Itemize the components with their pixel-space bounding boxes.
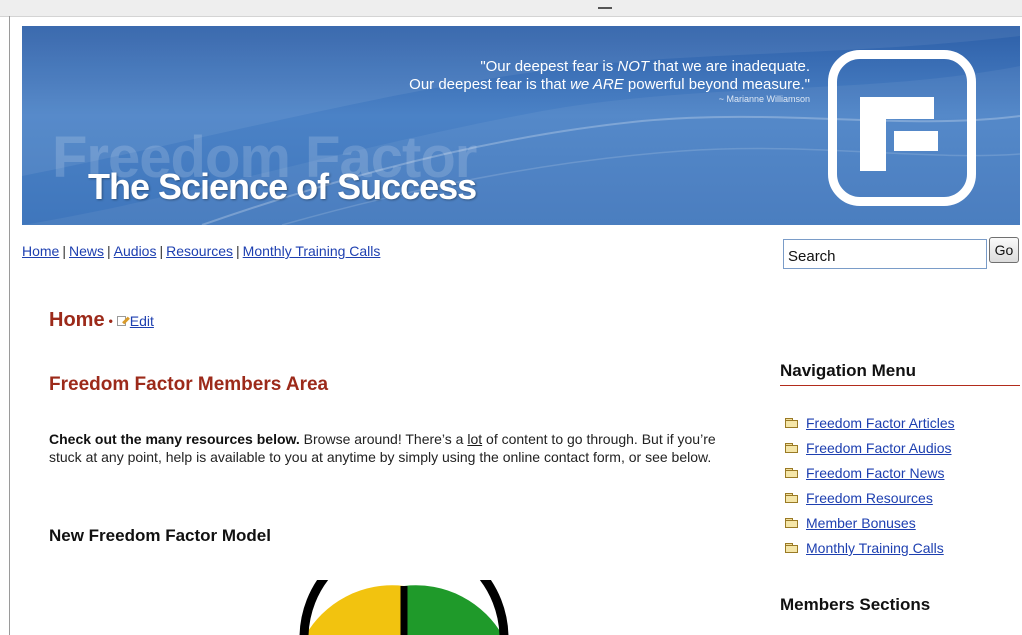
browser-top-strip bbox=[0, 0, 1022, 17]
folder-icon bbox=[785, 493, 798, 503]
nav-separator: | bbox=[62, 243, 66, 259]
search-input[interactable] bbox=[783, 239, 987, 269]
freedom-factor-model-graphic bbox=[299, 580, 509, 635]
folder-icon bbox=[785, 543, 798, 553]
nav-menu-item[interactable]: Member Bonuses bbox=[785, 513, 955, 538]
nav-menu-link[interactable]: Monthly Training Calls bbox=[806, 540, 944, 556]
folder-icon bbox=[785, 518, 798, 528]
members-area-heading: Freedom Factor Members Area bbox=[49, 374, 329, 395]
folder-icon bbox=[785, 443, 798, 453]
nav-menu-link[interactable]: Freedom Factor Articles bbox=[806, 415, 955, 431]
edit-icon[interactable] bbox=[116, 315, 130, 327]
nav-link-resources[interactable]: Resources bbox=[166, 243, 233, 259]
model-heading: New Freedom Factor Model bbox=[49, 526, 271, 545]
quote-line-1: "Our deepest fear is NOT that we are ina… bbox=[480, 58, 810, 75]
page-title: Home bbox=[49, 309, 105, 331]
nav-menu-item[interactable]: Freedom Resources bbox=[785, 488, 955, 513]
navigation-menu-heading: Navigation Menu bbox=[780, 361, 917, 380]
freedom-factor-logo-icon bbox=[828, 50, 976, 206]
nav-menu-link[interactable]: Freedom Factor Audios bbox=[806, 440, 952, 456]
nav-menu-item[interactable]: Monthly Training Calls bbox=[785, 538, 955, 563]
nav-menu-item[interactable]: Freedom Factor News bbox=[785, 463, 955, 488]
nav-menu-link[interactable]: Freedom Factor News bbox=[806, 465, 944, 481]
nav-menu-item[interactable]: Freedom Factor Articles bbox=[785, 413, 955, 438]
page-title-row: Home • Edit bbox=[49, 309, 154, 332]
intro-paragraph: Check out the many resources below. Brow… bbox=[49, 431, 716, 465]
quote-author: ~ Marianne Williamson bbox=[718, 94, 810, 104]
nav-menu-item[interactable]: Freedom Factor Audios bbox=[785, 438, 955, 463]
search-go-button[interactable]: Go bbox=[989, 237, 1019, 263]
nav-link-home[interactable]: Home bbox=[22, 243, 59, 259]
edit-link[interactable]: Edit bbox=[130, 313, 154, 329]
nav-separator: | bbox=[159, 243, 164, 259]
nav-link-news[interactable]: News bbox=[69, 243, 104, 259]
folder-icon bbox=[785, 418, 798, 428]
minimize-mark bbox=[598, 7, 612, 9]
navigation-menu-divider bbox=[780, 385, 1020, 386]
lot-link[interactable]: lot bbox=[467, 431, 482, 447]
navigation-menu-list: Freedom Factor Articles Freedom Factor A… bbox=[785, 413, 955, 563]
nav-menu-link[interactable]: Member Bonuses bbox=[806, 515, 916, 531]
banner-quote: "Our deepest fear is NOT that we are ina… bbox=[409, 58, 810, 105]
title-bullet: • bbox=[108, 313, 113, 328]
nav-separator: | bbox=[236, 243, 240, 259]
nav-separator: | bbox=[107, 243, 111, 259]
page-frame-border bbox=[9, 16, 10, 635]
top-nav: Home | News | Audios | Resources | Monthly Train… bbox=[22, 243, 380, 259]
intro-bold-text: Check out the many resources below. bbox=[49, 431, 300, 447]
nav-link-monthly-training-calls[interactable]: Monthly Training Calls bbox=[243, 243, 381, 259]
quote-line-2: Our deepest fear is that we ARE powerful… bbox=[409, 76, 810, 93]
banner-tagline: The Science of Success bbox=[88, 166, 477, 207]
header-banner: Freedom Factor The Science of Success "O… bbox=[22, 26, 1020, 225]
folder-icon bbox=[785, 468, 798, 478]
members-sections-heading: Members Sections bbox=[780, 595, 931, 614]
nav-link-audios[interactable]: Audios bbox=[114, 243, 157, 259]
nav-menu-link[interactable]: Freedom Resources bbox=[806, 490, 933, 506]
